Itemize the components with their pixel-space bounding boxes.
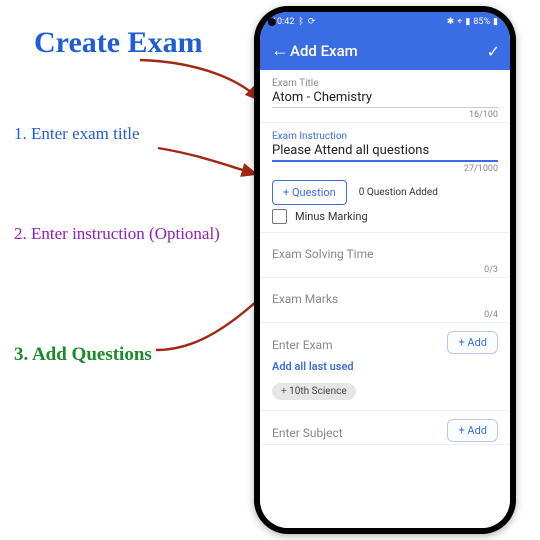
- add-all-last-used-link[interactable]: Add all last used: [272, 360, 498, 373]
- solving-time-section: Exam Solving Time 0/3: [260, 233, 510, 278]
- exam-title-counter: 16/100: [272, 110, 498, 120]
- appbar-title: Add Exam: [290, 42, 358, 60]
- status-bt2-icon: ✱: [447, 17, 455, 27]
- confirm-icon[interactable]: ✓: [487, 42, 500, 61]
- app-bar: ← Add Exam ✓: [260, 32, 510, 70]
- enter-subject-input[interactable]: Enter Subject: [272, 420, 343, 442]
- exam-marks-section: Exam Marks 0/4: [260, 278, 510, 323]
- question-count: 0 Question Added: [359, 187, 438, 198]
- status-location-icon: ⌖: [457, 17, 462, 27]
- enter-exam-input[interactable]: Enter Exam: [272, 332, 333, 354]
- add-question-button[interactable]: + Question: [272, 180, 347, 205]
- exam-instruction-label: Exam Instruction: [272, 131, 498, 142]
- exam-instruction-input[interactable]: Please Attend all questions: [272, 143, 498, 162]
- enter-exam-section: Enter Exam + Add Add all last used 10th …: [260, 323, 510, 411]
- exam-instruction-section: Exam Instruction Please Attend all quest…: [260, 123, 510, 233]
- minus-marking-checkbox[interactable]: [272, 209, 287, 224]
- status-signal-icon: ▮: [465, 17, 470, 27]
- exam-marks-counter: 0/4: [272, 310, 498, 320]
- minus-marking-label: Minus Marking: [295, 210, 368, 223]
- status-battery: 85%: [473, 17, 490, 27]
- form-scroll[interactable]: Exam Title Atom - Chemistry 16/100 Exam …: [260, 70, 510, 528]
- solving-time-counter: 0/3: [272, 265, 498, 275]
- phone-frame: 10:42 ᛒ ⟳ ✱ ⌖ ▮ 85% ▮ ← Add Exam ✓: [254, 6, 516, 534]
- enter-exam-add-button[interactable]: + Add: [447, 331, 498, 354]
- status-bar: 10:42 ᛒ ⟳ ✱ ⌖ ▮ 85% ▮: [260, 12, 510, 32]
- status-bt-icon: ᛒ: [298, 17, 303, 27]
- back-icon[interactable]: ←: [270, 42, 290, 60]
- status-sync-icon: ⟳: [308, 17, 316, 27]
- status-battery-icon: ▮: [493, 17, 498, 27]
- exam-title-section: Exam Title Atom - Chemistry 16/100: [260, 70, 510, 123]
- solving-time-input[interactable]: Exam Solving Time: [272, 241, 498, 263]
- camera-hole: [268, 18, 276, 26]
- exam-marks-input[interactable]: Exam Marks: [272, 286, 498, 308]
- exam-chip-1[interactable]: 10th Science: [272, 383, 356, 400]
- exam-title-label: Exam Title: [272, 78, 498, 89]
- enter-subject-section: Enter Subject + Add: [260, 411, 510, 445]
- enter-subject-add-button[interactable]: + Add: [447, 419, 498, 442]
- exam-instruction-counter: 27/1000: [272, 164, 498, 174]
- exam-title-input[interactable]: Atom - Chemistry: [272, 90, 498, 108]
